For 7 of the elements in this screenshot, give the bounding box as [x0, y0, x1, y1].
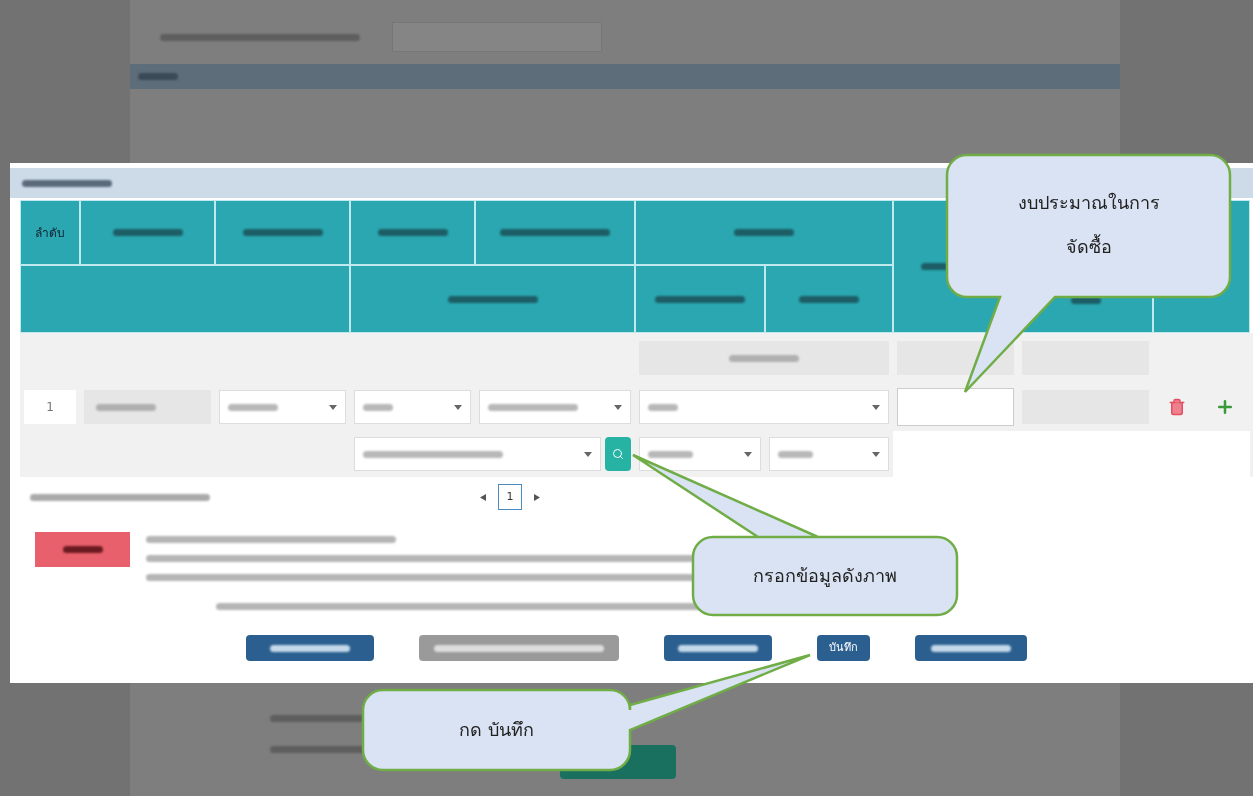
callout-text: งบประมาณในการ จัดซื้อ: [1017, 191, 1160, 259]
callout-text: กด บันทึก: [459, 718, 534, 742]
page-button[interactable]: 1: [498, 484, 522, 510]
header-cell: ลำดับ: [20, 200, 80, 265]
row-number: 1: [24, 390, 76, 424]
callout-text: กรอกข้อมูลดังภาพ: [753, 564, 897, 589]
dialog-button[interactable]: บันทึก: [817, 635, 870, 661]
